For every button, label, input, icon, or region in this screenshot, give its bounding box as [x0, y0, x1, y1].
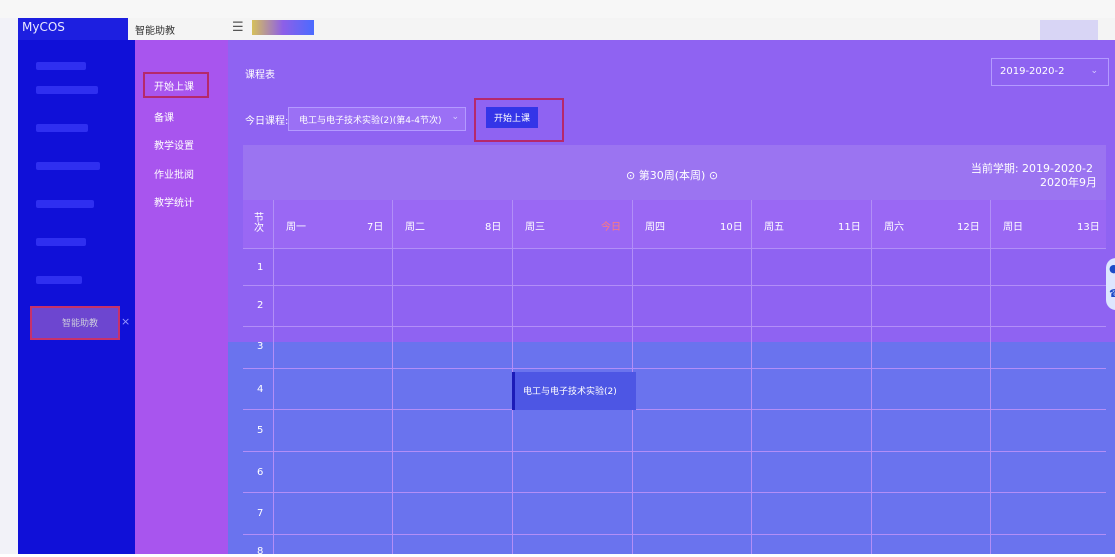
grid-row-line: [243, 451, 1106, 452]
blurred-nav-item[interactable]: [36, 124, 88, 132]
period-7: 7: [257, 508, 264, 519]
blurred-nav-item[interactable]: [36, 86, 98, 94]
grid-column-line: [392, 200, 393, 554]
smart-assistant-nav-item[interactable]: 智能助教: [30, 306, 120, 340]
left-navigation: [18, 40, 135, 554]
blurred-nav-item[interactable]: [36, 200, 94, 208]
left-strip: [0, 18, 18, 554]
grid-column-line: [273, 200, 274, 554]
floating-side-tools[interactable]: ● ☎: [1106, 258, 1115, 310]
day-friday: 周五: [764, 222, 784, 233]
blurred-nav-item[interactable]: [36, 276, 82, 284]
grid-row-line: [243, 409, 1106, 410]
day-thursday: 周四: [645, 222, 665, 233]
mycos-logo: MyCOS: [22, 20, 65, 34]
period-4: 4: [257, 384, 264, 395]
period-5: 5: [257, 425, 264, 436]
date-thursday: 10日: [720, 222, 743, 233]
current-month: 2020年9月: [1040, 176, 1097, 189]
today-course-select[interactable]: 电工与电子技术实验(2)(第4-4节次) ⌄: [288, 107, 466, 131]
period-3: 3: [257, 341, 264, 352]
period-header: 节次: [254, 213, 264, 234]
week-label: 第30周(本周): [638, 169, 706, 182]
grid-row-line: [243, 326, 1106, 327]
blurred-nav-item[interactable]: [36, 162, 100, 170]
date-friday: 11日: [838, 222, 861, 233]
date-today: 今日: [601, 222, 621, 233]
chevron-down-icon: ⌄: [451, 112, 459, 122]
week-navigation: ⊙ 第30周(本周) ⊙: [626, 167, 718, 183]
today-course-label: 今日课程:: [245, 116, 289, 127]
grid-column-line: [990, 200, 991, 554]
blurred-nav-item[interactable]: [36, 238, 86, 246]
top-strip: [0, 0, 1115, 18]
submenu-teaching-stats[interactable]: 教学统计: [154, 194, 194, 209]
grid-row-line: [243, 285, 1106, 286]
date-monday: 7日: [367, 222, 384, 233]
period-8: 8: [257, 546, 264, 557]
circle-right-icon[interactable]: ⊙: [709, 169, 718, 182]
semester-value: 2019-2020-2: [1000, 66, 1065, 77]
date-sunday: 13日: [1077, 222, 1100, 233]
day-saturday: 周六: [884, 222, 904, 233]
grid-column-line: [871, 200, 872, 554]
period-1: 1: [257, 262, 264, 273]
grid-column-line: [751, 200, 752, 554]
period-6: 6: [257, 467, 264, 478]
circle-left-icon[interactable]: ⊙: [626, 169, 635, 182]
course-name: 电工与电子技术实验(2): [523, 387, 617, 397]
start-class-button[interactable]: 开始上课: [486, 107, 538, 128]
grid-row-line: [243, 368, 1106, 369]
period-2: 2: [257, 300, 264, 311]
submenu-teaching-settings[interactable]: 教学设置: [154, 137, 194, 152]
blurred-nav-item[interactable]: [36, 62, 86, 70]
grid-row-line: [243, 492, 1106, 493]
page-title: 课程表: [245, 70, 275, 81]
lower-content-tint: [228, 342, 1115, 554]
header-title: 智能助教: [135, 26, 175, 37]
date-tuesday: 8日: [485, 222, 502, 233]
course-event[interactable]: 电工与电子技术实验(2): [512, 372, 636, 410]
submenu-prepare[interactable]: 备课: [154, 109, 174, 124]
user-icon[interactable]: ●: [1109, 262, 1115, 275]
menu-icon[interactable]: ☰: [232, 20, 244, 35]
close-icon[interactable]: ×: [121, 315, 130, 328]
submenu-panel: [135, 40, 228, 554]
smart-assistant-label: 智能助教: [62, 319, 99, 329]
blurred-badge: [252, 20, 314, 35]
day-wednesday: 周三: [525, 222, 545, 233]
avatar[interactable]: [1040, 20, 1098, 40]
grid-row-line: [243, 534, 1106, 535]
submenu-homework-review[interactable]: 作业批阅: [154, 166, 194, 181]
day-sunday: 周日: [1003, 222, 1023, 233]
grid-row-line: [243, 248, 1106, 249]
date-saturday: 12日: [957, 222, 980, 233]
today-course-value: 电工与电子技术实验(2)(第4-4节次): [299, 116, 442, 126]
day-tuesday: 周二: [405, 222, 425, 233]
phone-icon[interactable]: ☎: [1109, 287, 1115, 300]
chevron-down-icon: ⌄: [1090, 66, 1098, 76]
day-monday: 周一: [286, 222, 306, 233]
semester-select[interactable]: 2019-2020-2 ⌄: [991, 58, 1109, 86]
submenu-start-class[interactable]: 开始上课: [154, 78, 194, 93]
